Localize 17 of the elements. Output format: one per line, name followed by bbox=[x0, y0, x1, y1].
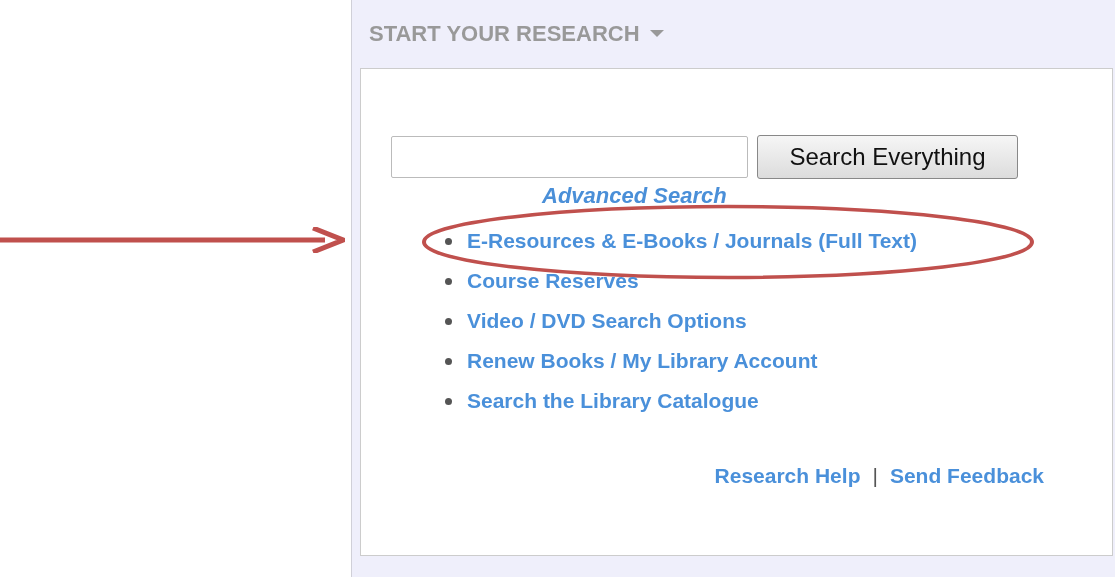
resource-link[interactable]: Renew Books / My Library Account bbox=[467, 349, 818, 373]
bullet-icon bbox=[445, 277, 452, 285]
resource-link[interactable]: Search the Library Catalogue bbox=[467, 389, 759, 413]
bullet-icon bbox=[445, 357, 452, 365]
bullet-icon bbox=[445, 237, 452, 245]
caret-icon[interactable] bbox=[649, 30, 664, 38]
footer-link[interactable]: Research Help bbox=[714, 464, 861, 488]
advanced-search-link[interactable]: Advanced Search bbox=[542, 183, 727, 208]
search-button[interactable]: Search Everything bbox=[757, 135, 1018, 179]
panel-title[interactable]: START YOUR RESEARCH bbox=[369, 21, 640, 47]
bullet-icon bbox=[445, 397, 452, 405]
resource-link[interactable]: Course Reserves bbox=[467, 269, 639, 293]
bullet-icon bbox=[445, 317, 452, 325]
separator: | bbox=[872, 464, 878, 488]
footer-link[interactable]: Send Feedback bbox=[889, 464, 1044, 488]
resource-link[interactable]: Video / DVD Search Options bbox=[467, 309, 747, 333]
search-field[interactable] bbox=[391, 136, 748, 178]
